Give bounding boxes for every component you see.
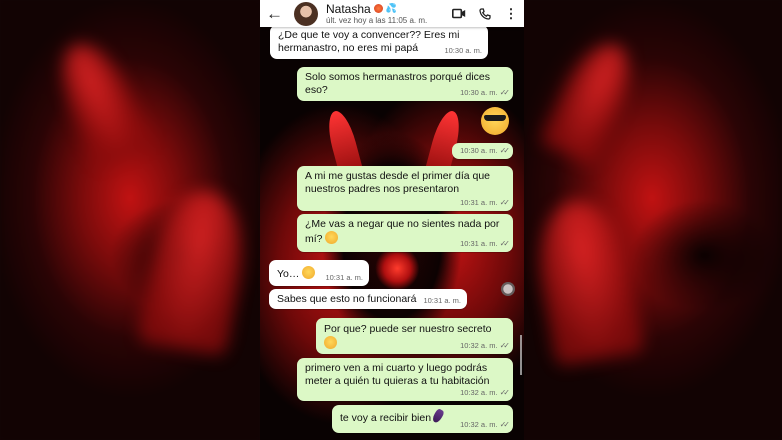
message-outgoing[interactable]: A mi me gustas desde el primer día que n… <box>297 166 513 211</box>
background-right <box>522 0 782 440</box>
message-time: 10:32 a. m. <box>460 388 498 397</box>
message-time: 10:32 a. m. <box>460 420 498 429</box>
message-outgoing[interactable]: Por que? puede ser nuestro secreto 10:32… <box>316 318 513 354</box>
droplets-emoji-icon: 💦 <box>385 3 397 13</box>
contact-info[interactable]: Natasha 💦 últ. vez hoy a las 11:05 a. m. <box>326 3 446 25</box>
message-time: 10:31 a. m. <box>460 239 498 248</box>
message-time: 10:31 a. m. <box>460 198 498 207</box>
message-incoming[interactable]: ¿De que te voy a convencer?? Eres mi her… <box>270 25 488 59</box>
message-text: Por que? puede ser nuestro secreto <box>324 323 492 335</box>
chat-screen: ← Natasha 💦 últ. vez hoy a las 11:05 a. … <box>260 0 524 440</box>
message-text: te voy a recibir bien <box>340 412 432 424</box>
message-time: 10:30 a. m. <box>444 46 482 55</box>
message-time: 10:32 a. m. <box>460 341 498 350</box>
message-outgoing[interactable]: primero ven a mi cuarto y luego podrás m… <box>297 358 513 401</box>
more-options-icon[interactable]: ⋮ <box>498 6 524 22</box>
avatar[interactable] <box>294 1 318 26</box>
eggplant-emoji <box>431 407 445 425</box>
message-time: 10:31 a. m. <box>423 296 461 305</box>
message-text: Sabes que esto no funcionará <box>277 293 417 305</box>
background-left <box>0 0 260 440</box>
message-time: 10:31 a. m. <box>325 273 363 282</box>
double-check-icon: ✓✓ <box>499 146 511 155</box>
message-outgoing[interactable]: Solo somos hermanastros porqué dices eso… <box>297 67 513 101</box>
chat-header: ← Natasha 💦 últ. vez hoy a las 11:05 a. … <box>260 0 524 27</box>
message-incoming[interactable]: Sabes que esto no funcionará 10:31 a. m. <box>269 289 467 309</box>
double-check-icon: ✓✓ <box>499 388 511 397</box>
phone-icon[interactable] <box>472 7 498 20</box>
double-check-icon: ✓✓ <box>499 239 511 248</box>
message-text: primero ven a mi cuarto y luego podrás m… <box>305 362 490 387</box>
double-check-icon: ✓✓ <box>499 420 511 429</box>
last-seen: últ. vez hoy a las 11:05 a. m. <box>326 15 428 25</box>
message-text: Yo… <box>277 268 300 280</box>
contact-name: Natasha <box>326 1 371 16</box>
peach-emoji-icon <box>373 4 383 13</box>
double-check-icon: ✓✓ <box>499 198 511 207</box>
kiss-emoji <box>324 336 337 349</box>
message-outgoing[interactable]: ¿Me vas a negar que no sientes nada por … <box>297 214 513 252</box>
worried-emoji <box>302 266 316 279</box>
message-outgoing[interactable]: te voy a recibir bien 10:32 a. m. ✓✓ <box>332 405 513 433</box>
message-outgoing[interactable]: 10:30 a. m. ✓✓ <box>452 143 513 159</box>
message-time: 10:30 a. m. <box>460 88 498 97</box>
floating-touch-indicator[interactable] <box>501 282 515 296</box>
sunglasses-emoji <box>481 107 509 138</box>
message-time: 10:30 a. m. <box>460 146 498 155</box>
double-check-icon: ✓✓ <box>499 341 511 350</box>
message-text: A mi me gustas desde el primer día que n… <box>305 170 491 195</box>
message-text: ¿De que te voy a convencer?? Eres mi her… <box>278 29 460 54</box>
video-call-icon[interactable] <box>446 8 472 19</box>
scrollbar[interactable] <box>520 335 522 375</box>
message-incoming[interactable]: Yo… 10:31 a. m. <box>269 260 369 286</box>
back-arrow-icon[interactable]: ← <box>266 0 288 27</box>
double-check-icon: ✓✓ <box>499 88 511 97</box>
smirk-emoji <box>325 231 339 244</box>
